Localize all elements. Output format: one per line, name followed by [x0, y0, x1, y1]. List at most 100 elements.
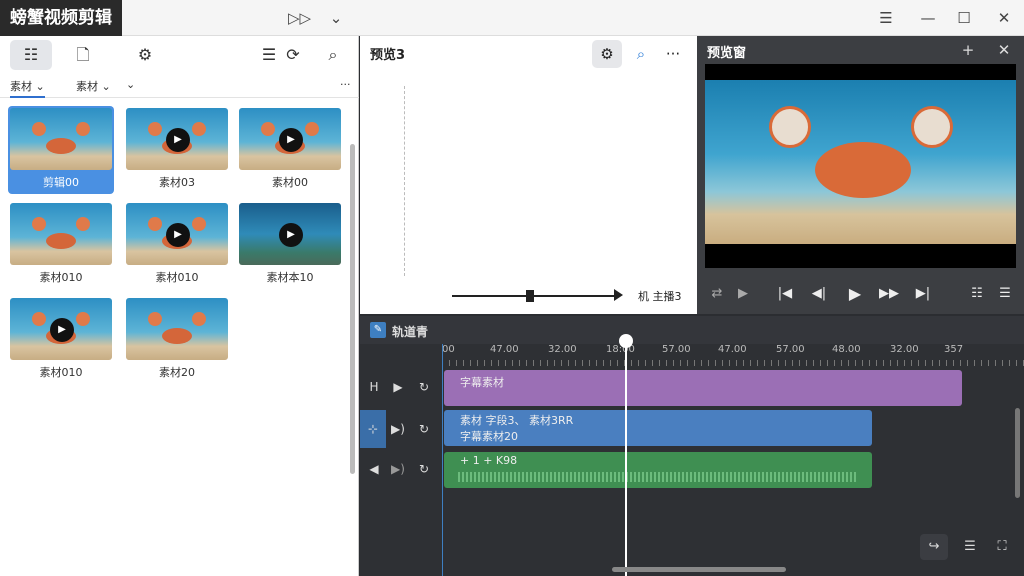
more-icon[interactable]: ···	[658, 40, 688, 68]
zoom-icon[interactable]: ⌕	[312, 40, 354, 70]
clip-thumbnail	[10, 108, 112, 170]
play-icon[interactable]: ▶	[166, 223, 190, 247]
crab-claw	[305, 122, 319, 136]
player-header: 预览窗 + ✕	[697, 36, 1024, 64]
crab-claw	[32, 217, 46, 231]
title-clip[interactable]: 字幕素材	[444, 370, 962, 406]
audio-waveform	[458, 472, 858, 482]
crab-claw	[148, 217, 162, 231]
forward-icon[interactable]: ▷▷	[288, 8, 311, 28]
loop-icon[interactable]: ↻	[414, 419, 434, 439]
crab-claw-left	[769, 106, 811, 148]
loop-icon[interactable]: ↻	[414, 377, 434, 397]
media-clip[interactable]: ▶ 素材010	[124, 201, 230, 289]
media-clip[interactable]: 素材010	[8, 201, 114, 289]
ruler-ticks	[442, 360, 1024, 366]
ruler-tick-label: 32.00	[548, 344, 577, 355]
play-track-icon[interactable]: ▶	[388, 377, 408, 397]
list-view-icon[interactable]: ☷	[10, 40, 52, 70]
menu-icon[interactable]: ☰	[993, 282, 1017, 306]
player-panel: 预览窗 + ✕ ⇄ ▶ |◀ ◀| ▶ ▶▶ ▶| ☷ ☰	[697, 36, 1024, 314]
timeline-start-marker	[442, 344, 443, 576]
time-ruler[interactable]: 00 47.00 32.00 18:00 57.00 47.00 57.00 48.00 32.…	[442, 344, 1024, 366]
shuffle-icon[interactable]: ⇄	[705, 282, 729, 306]
tab-media-1[interactable]: 素材 ⌄	[10, 78, 45, 98]
media-scrollbar[interactable]	[350, 144, 355, 474]
audio-clip[interactable]: + 1 + K98	[444, 452, 872, 488]
timeline-panel: ✎ 轨道青 00 47.00 32.00 18:00 57.00 47.00 57.00 48…	[360, 316, 1024, 576]
playback-controls: ⇄ ▶ |◀ ◀| ▶ ▶▶ ▶| ☷ ☰	[697, 280, 1024, 308]
fast-forward-icon[interactable]: ▶▶	[877, 282, 901, 306]
skip-end-icon[interactable]: ▶|	[911, 282, 935, 306]
app-title: 螃蟹视频剪辑	[0, 0, 122, 36]
play-icon[interactable]: ▶	[166, 128, 190, 152]
text-track-icon[interactable]: H	[364, 377, 384, 397]
media-tabs: 素材 ⌄ 素材 ⌄ ⌄ ···	[0, 76, 359, 98]
play-small-icon[interactable]: ▶	[731, 282, 755, 306]
export-file-icon[interactable]: 🗋	[62, 40, 104, 70]
video-track-play-icon[interactable]: ▶)	[388, 419, 408, 439]
timeline-vertical-scrollbar[interactable]	[1015, 408, 1020, 498]
ruler-tick-label: 00	[442, 344, 455, 355]
play-icon[interactable]: ▶	[50, 318, 74, 342]
close-icon[interactable]: ✕	[994, 40, 1014, 60]
ruler-tick-label: 357	[944, 344, 964, 355]
speaker-icon[interactable]: ◀	[364, 459, 384, 479]
play-icon[interactable]: ▶	[279, 128, 303, 152]
crab-claw	[192, 217, 206, 231]
loop-icon[interactable]: ↻	[414, 459, 434, 479]
crab-body	[162, 328, 192, 344]
volume-icon[interactable]: ▶)	[388, 459, 408, 479]
more-icon[interactable]: ···	[340, 78, 351, 91]
skip-start-icon[interactable]: |◀	[773, 282, 797, 306]
media-toolbar: ☷ 🗋 ⚙ ☰ ⟳ ⌕	[0, 36, 359, 72]
clip-thumbnail: ▶	[10, 298, 112, 360]
media-clip[interactable]: ▶ 素材03	[124, 106, 230, 194]
media-clip[interactable]: 剪辑00	[8, 106, 114, 194]
play-icon[interactable]: ▶	[843, 282, 867, 306]
tab-dropdown[interactable]: ⌄	[126, 78, 135, 91]
list-icon[interactable]: ☷	[965, 282, 989, 306]
video-preview[interactable]	[705, 64, 1016, 268]
playhead-handle[interactable]	[619, 334, 633, 348]
minimize-icon[interactable]: —	[918, 8, 938, 28]
fullscreen-icon[interactable]: ⛶	[988, 534, 1016, 560]
sync-settings-icon[interactable]: ⟳	[272, 40, 314, 70]
clip-label: 素材010	[155, 271, 199, 284]
close-icon[interactable]: ✕	[994, 8, 1014, 28]
media-clip[interactable]: ▶ 素材00	[237, 106, 343, 194]
play-icon[interactable]: ▶	[279, 223, 303, 247]
crab-scene-image	[705, 80, 1016, 244]
scale-slider-thumb[interactable]	[526, 290, 534, 302]
split-icon[interactable]: ⊹	[363, 419, 383, 439]
video-track-header-active[interactable]: ⊹	[360, 410, 386, 448]
crab-body	[46, 233, 76, 249]
tab-media-2[interactable]: 素材 ⌄	[76, 78, 111, 94]
preview-title: 预览3	[370, 48, 406, 63]
video-clip[interactable]: 素材 字段3、 素材3RR 字幕素材20	[444, 410, 872, 446]
chevron-down-icon[interactable]: ⌄	[326, 8, 346, 28]
crab-claw	[76, 312, 90, 326]
crab-claw	[148, 122, 162, 136]
clip-thumbnail: ▶	[239, 203, 341, 265]
media-clip[interactable]: ▶ 素材010	[8, 296, 114, 384]
share-icon[interactable]: ↪	[920, 534, 948, 560]
media-clip[interactable]: 素材20	[124, 296, 230, 384]
maximize-icon[interactable]: ☐	[954, 8, 974, 28]
video-clip-label: 素材 字段3、 素材3RR	[460, 414, 574, 427]
gear-icon[interactable]: ⚙	[592, 40, 622, 68]
playhead[interactable]	[625, 344, 627, 576]
audio-clip-label: + 1 + K98	[460, 454, 518, 467]
list-settings-icon[interactable]: ☰	[956, 534, 984, 560]
add-icon[interactable]: +	[958, 40, 978, 60]
step-back-icon[interactable]: ◀|	[807, 282, 831, 306]
media-clip[interactable]: ▶ 素材本10	[237, 201, 343, 289]
clip-label: 素材00	[272, 176, 308, 189]
menu-icon[interactable]: ☰	[876, 8, 896, 28]
settings-gear-icon[interactable]: ⚙	[124, 40, 166, 70]
search-icon[interactable]: ⌕	[626, 40, 656, 68]
clip-thumbnail	[126, 298, 228, 360]
timeline-horizontal-scrollbar[interactable]	[612, 567, 786, 572]
ruler-tick-label: 57.00	[776, 344, 805, 355]
clip-thumbnail: ▶	[126, 203, 228, 265]
